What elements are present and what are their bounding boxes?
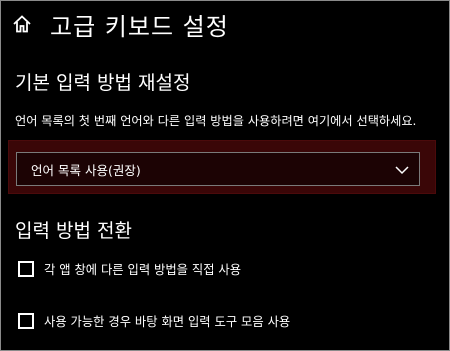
section-description: 언어 목록의 첫 번째 언어와 다른 입력 방법을 사용하려면 여기에서 선택하… [15,114,417,128]
per-app-input-method-option[interactable]: 각 앱 창에 다른 입력 방법을 직접 사용 [18,260,241,278]
section-title-reset-input-method: 기본 입력 방법 재설정 [15,72,191,94]
chevron-down-icon [395,160,409,179]
desktop-language-bar-checkbox[interactable] [18,313,34,329]
section-title-switch-input-method: 입력 방법 전환 [15,220,132,242]
page-header: 고급 키보드 설정 [12,4,229,44]
desktop-language-bar-option[interactable]: 사용 가능한 경우 바탕 화면 입력 도구 모음 사용 [18,312,290,330]
desktop-language-bar-label: 사용 가능한 경우 바탕 화면 입력 도구 모음 사용 [44,315,291,329]
input-method-dropdown[interactable]: 언어 목록 사용(권장) [16,152,420,186]
dropdown-selected-value: 언어 목록 사용(권장) [31,162,141,178]
home-icon[interactable] [12,14,32,34]
per-app-input-method-checkbox[interactable] [18,261,34,277]
per-app-input-method-label: 각 앱 창에 다른 입력 방법을 직접 사용 [44,263,242,277]
page-title: 고급 키보드 설정 [50,12,229,41]
